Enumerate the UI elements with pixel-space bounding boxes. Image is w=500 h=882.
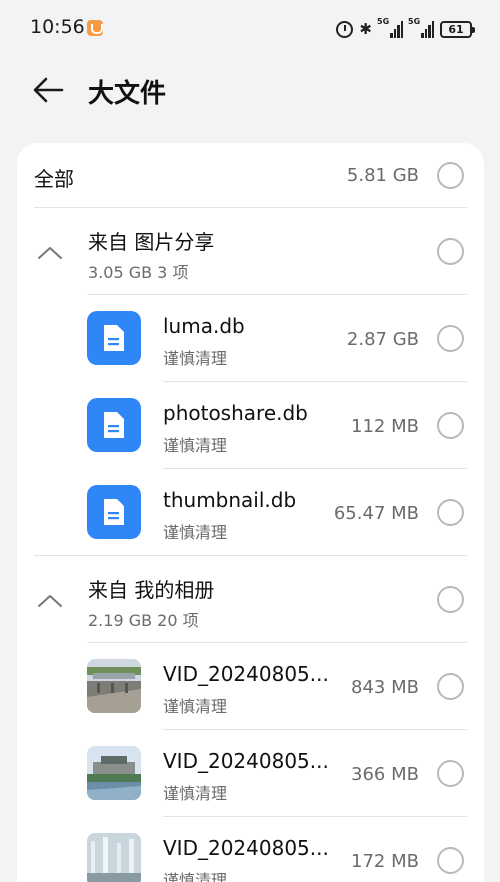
status-icons: ✱ 5G 5G 61 bbox=[336, 17, 475, 40]
list-item[interactable]: thumbnail.db 谨慎清理 65.47 MB bbox=[17, 469, 484, 555]
file-name: luma.db bbox=[163, 314, 245, 338]
header: 大文件 bbox=[0, 60, 500, 120]
item-radio[interactable] bbox=[437, 325, 464, 352]
file-note: 谨慎清理 bbox=[163, 523, 228, 542]
arrow-left-icon bbox=[33, 77, 64, 103]
file-size: 2.87 GB bbox=[346, 329, 419, 350]
group-header[interactable]: 来自 我的相册 2.19 GB 20 项 bbox=[17, 556, 484, 642]
list-item[interactable]: VID_20240805... 谨慎清理 172 MB bbox=[17, 817, 484, 882]
group-radio[interactable] bbox=[437, 238, 464, 265]
group-meta: 2.19 GB 20 项 bbox=[88, 611, 199, 630]
total-size: 5.81 GB bbox=[346, 165, 419, 186]
file-list-card: 全部 5.81 GB 来自 图片分享 3.05 GB 3 项 luma.db 谨… bbox=[17, 143, 484, 882]
status-bar: 10:56 ✱ 5G 5G 61 bbox=[0, 0, 500, 56]
file-note: 谨慎清理 bbox=[163, 349, 228, 368]
item-radio[interactable] bbox=[437, 673, 464, 700]
app-notification-icon bbox=[87, 20, 103, 36]
file-doc-icon bbox=[87, 311, 141, 365]
file-name: photoshare.db bbox=[163, 401, 308, 425]
file-name: VID_20240805... bbox=[163, 749, 329, 773]
list-item[interactable]: photoshare.db 谨慎清理 112 MB bbox=[17, 382, 484, 468]
file-size: 366 MB bbox=[351, 764, 419, 785]
select-all-row[interactable]: 全部 5.81 GB bbox=[17, 143, 484, 207]
video-thumbnail bbox=[87, 746, 141, 800]
battery-icon: 61 bbox=[440, 20, 475, 38]
item-radio[interactable] bbox=[437, 412, 464, 439]
alarm-icon bbox=[336, 20, 354, 38]
group-meta: 3.05 GB 3 项 bbox=[88, 263, 189, 282]
file-doc-icon bbox=[87, 485, 141, 539]
chevron-up-icon[interactable] bbox=[37, 594, 63, 608]
file-size: 65.47 MB bbox=[333, 503, 419, 524]
video-thumbnail bbox=[87, 833, 141, 882]
file-note: 谨慎清理 bbox=[163, 697, 228, 716]
group-header[interactable]: 来自 图片分享 3.05 GB 3 项 bbox=[17, 208, 484, 294]
signal-label: 5G bbox=[377, 17, 390, 26]
group-title: 来自 图片分享 bbox=[88, 230, 215, 254]
item-radio[interactable] bbox=[437, 760, 464, 787]
file-note: 谨慎清理 bbox=[163, 871, 228, 882]
file-note: 谨慎清理 bbox=[163, 436, 228, 455]
list-item[interactable]: VID_20240805... 谨慎清理 843 MB bbox=[17, 643, 484, 729]
select-all-label: 全部 bbox=[34, 167, 74, 191]
bluetooth-icon: ✱ bbox=[359, 19, 372, 38]
file-name: VID_20240805... bbox=[163, 662, 329, 686]
group-title: 来自 我的相册 bbox=[88, 578, 215, 602]
file-doc-icon bbox=[87, 398, 141, 452]
chevron-up-icon[interactable] bbox=[37, 246, 63, 260]
file-note: 谨慎清理 bbox=[163, 784, 228, 803]
file-size: 172 MB bbox=[351, 851, 419, 872]
file-name: VID_20240805... bbox=[163, 836, 329, 860]
back-button[interactable] bbox=[30, 72, 66, 108]
signal-icon: 5G bbox=[377, 17, 403, 38]
file-name: thumbnail.db bbox=[163, 488, 297, 512]
page-title: 大文件 bbox=[88, 79, 167, 109]
list-item[interactable]: VID_20240805... 谨慎清理 366 MB bbox=[17, 730, 484, 816]
group-radio[interactable] bbox=[437, 586, 464, 613]
file-size: 112 MB bbox=[351, 416, 419, 437]
item-radio[interactable] bbox=[437, 499, 464, 526]
status-time: 10:56 bbox=[30, 16, 85, 38]
signal-icon: 5G bbox=[408, 17, 434, 38]
video-thumbnail bbox=[87, 659, 141, 713]
list-item[interactable]: luma.db 谨慎清理 2.87 GB bbox=[17, 295, 484, 381]
signal-label: 5G bbox=[408, 17, 421, 26]
file-size: 843 MB bbox=[351, 677, 419, 698]
select-all-radio[interactable] bbox=[437, 162, 464, 189]
item-radio[interactable] bbox=[437, 847, 464, 874]
